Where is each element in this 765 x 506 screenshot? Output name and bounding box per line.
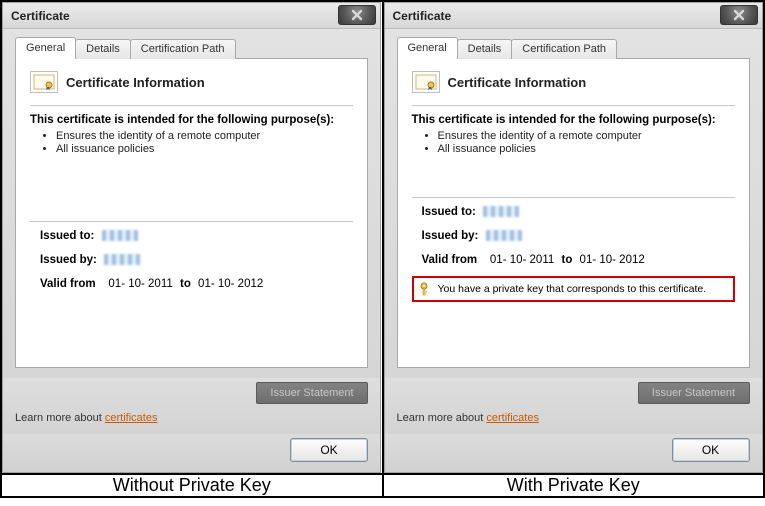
purpose-list: Ensures the identity of a remote compute…	[438, 130, 735, 155]
tab-details[interactable]: Details	[457, 39, 513, 59]
purpose-item: Ensures the identity of a remote compute…	[56, 130, 353, 142]
intended-heading: This certificate is intended for the fol…	[412, 114, 735, 126]
issuer-statement-button[interactable]: Issuer Statement	[638, 382, 750, 404]
tab-general[interactable]: General	[397, 37, 458, 59]
general-panel: Certificate Information This certificate…	[397, 58, 750, 368]
caption-right: With Private Key	[383, 474, 765, 497]
separator	[30, 221, 353, 222]
issued-to-label: Issued to:	[422, 206, 476, 218]
issued-by-label: Issued by:	[422, 230, 479, 242]
close-button[interactable]	[338, 5, 376, 25]
titlebar: Certificate	[385, 3, 762, 29]
tab-certification-path[interactable]: Certification Path	[130, 39, 236, 59]
learn-more-text: Learn more about certificates	[15, 412, 368, 424]
issued-by-value-redacted	[104, 254, 140, 265]
private-key-notice: You have a private key that corresponds …	[412, 276, 735, 302]
valid-from-label: Valid from	[422, 254, 478, 266]
issued-by-label: Issued by:	[40, 254, 97, 266]
valid-from-value: 01- 10- 2011	[490, 254, 554, 266]
close-icon	[732, 9, 746, 21]
valid-row: Valid from 01- 10- 2011 to 01- 10- 2012	[412, 254, 735, 266]
valid-from-value: 01- 10- 2011	[108, 278, 172, 290]
tab-certification-path[interactable]: Certification Path	[511, 39, 617, 59]
learn-more-link[interactable]: certificates	[486, 412, 539, 424]
private-key-text: You have a private key that corresponds …	[438, 283, 707, 295]
general-panel: Certificate Information This certificate…	[15, 58, 368, 368]
close-button[interactable]	[720, 5, 758, 25]
purpose-item: All issuance policies	[56, 143, 353, 155]
valid-to-label: to	[180, 278, 191, 290]
tab-bar: General Details Certification Path	[15, 37, 368, 59]
separator	[412, 197, 735, 198]
certificate-dialog-left: Certificate General Details Certificatio…	[2, 2, 381, 473]
learn-more-link[interactable]: certificates	[105, 412, 158, 424]
certificate-icon	[412, 71, 440, 93]
issued-to-value-redacted	[102, 230, 138, 241]
tab-bar: General Details Certification Path	[397, 37, 750, 59]
issued-by-row: Issued by:	[412, 230, 735, 242]
learn-more-text: Learn more about certificates	[397, 412, 750, 424]
comparison-table: Certificate General Details Certificatio…	[0, 0, 765, 498]
valid-to-value: 01- 10- 2012	[580, 254, 645, 266]
window-title: Certificate	[11, 9, 70, 23]
tab-general[interactable]: General	[15, 37, 76, 59]
intended-heading: This certificate is intended for the fol…	[30, 114, 353, 126]
caption-left: Without Private Key	[1, 474, 383, 497]
valid-to-value: 01- 10- 2012	[198, 278, 263, 290]
purpose-list: Ensures the identity of a remote compute…	[56, 130, 353, 155]
ok-button[interactable]: OK	[672, 438, 750, 462]
valid-to-label: to	[561, 254, 572, 266]
separator	[412, 105, 735, 106]
close-icon	[350, 9, 364, 21]
key-icon	[420, 282, 432, 296]
certificate-info-heading: Certificate Information	[66, 75, 205, 90]
certificate-info-heading: Certificate Information	[448, 75, 587, 90]
purpose-item: Ensures the identity of a remote compute…	[438, 130, 735, 142]
certificate-icon	[30, 71, 58, 93]
tab-details[interactable]: Details	[75, 39, 131, 59]
issuer-statement-button[interactable]: Issuer Statement	[256, 382, 368, 404]
issued-to-row: Issued to:	[30, 230, 353, 242]
issued-to-row: Issued to:	[412, 206, 735, 218]
window-title: Certificate	[393, 9, 452, 23]
titlebar: Certificate	[3, 3, 380, 29]
issued-to-label: Issued to:	[40, 230, 94, 242]
certificate-dialog-right: Certificate General Details Certificatio…	[384, 2, 763, 473]
issued-by-value-redacted	[486, 230, 522, 241]
issued-to-value-redacted	[483, 206, 519, 217]
valid-row: Valid from 01- 10- 2011 to 01- 10- 2012	[30, 278, 353, 290]
issued-by-row: Issued by:	[30, 254, 353, 266]
valid-from-label: Valid from	[40, 278, 96, 290]
purpose-item: All issuance policies	[438, 143, 735, 155]
separator	[30, 105, 353, 106]
ok-button[interactable]: OK	[290, 438, 368, 462]
